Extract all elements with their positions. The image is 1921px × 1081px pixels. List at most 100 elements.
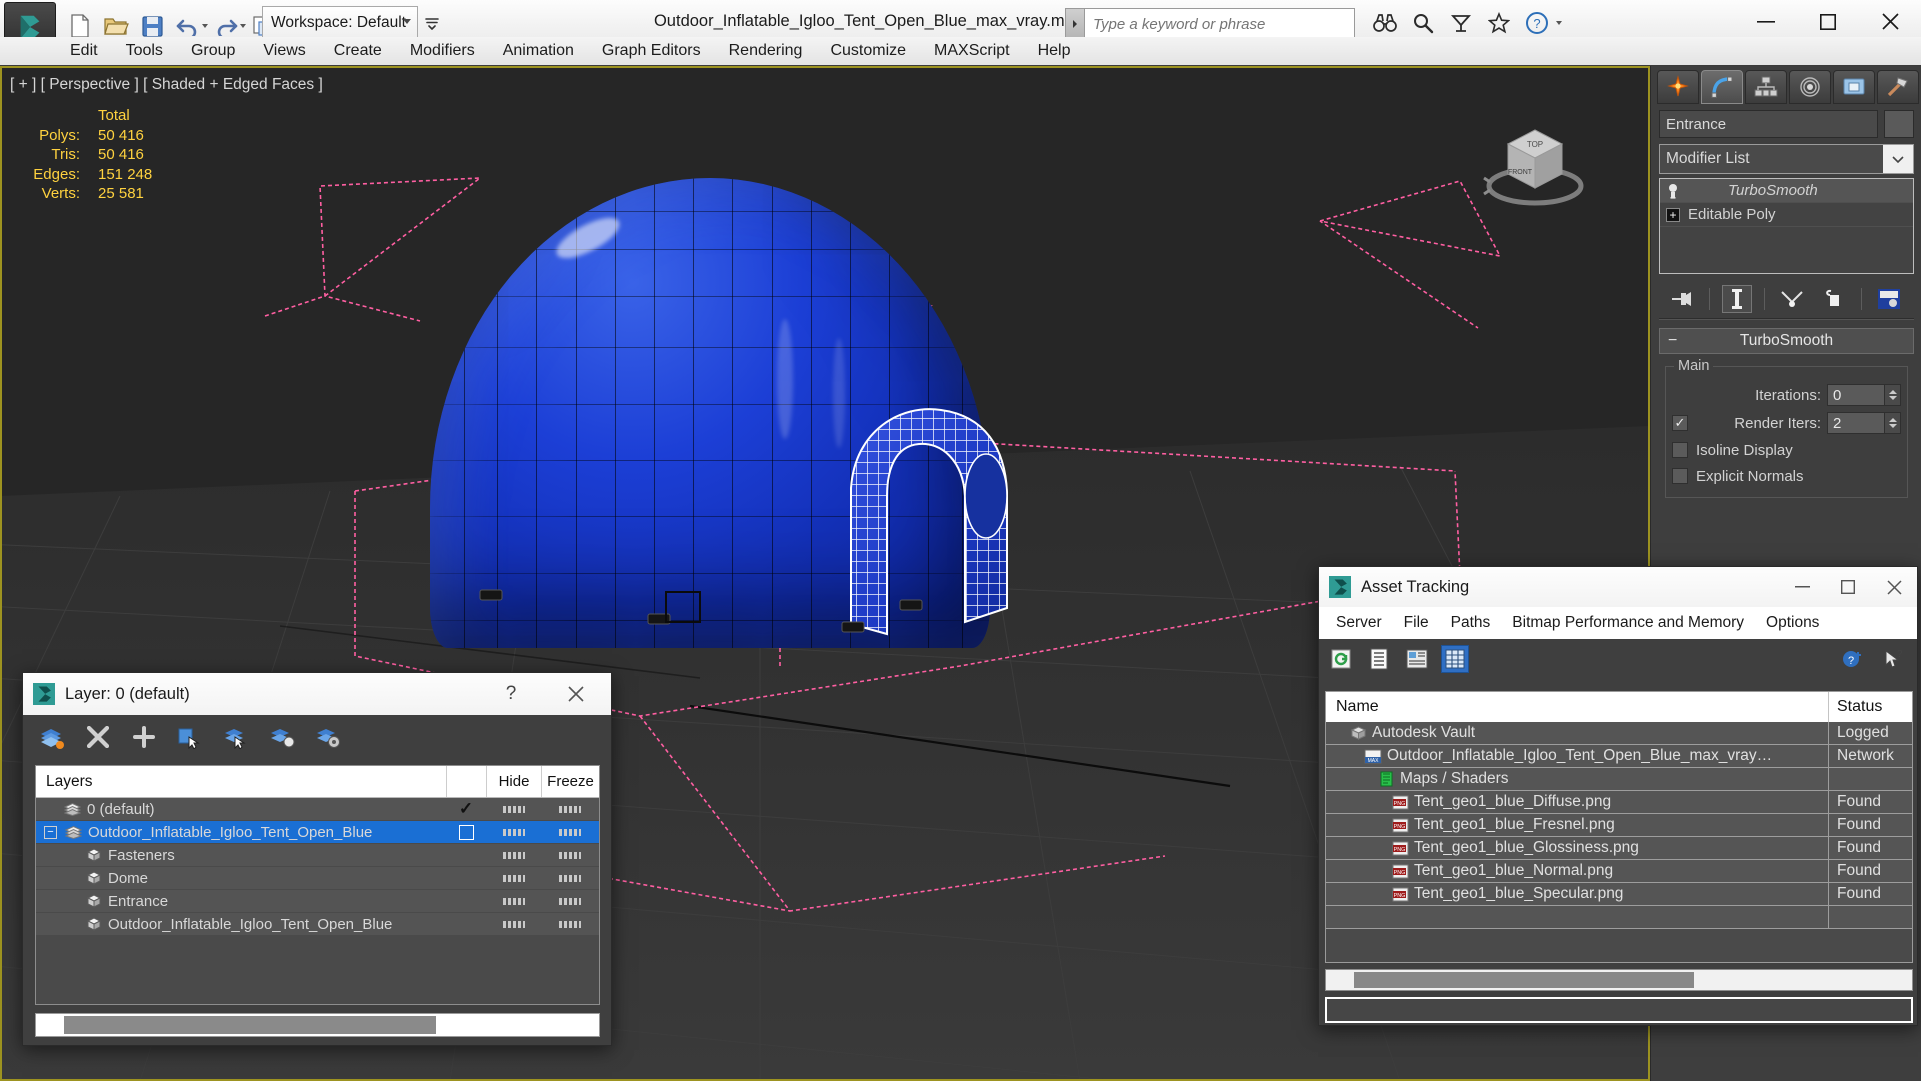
menu-rendering[interactable]: Rendering bbox=[715, 38, 817, 64]
asset-row-maps-shaders[interactable]: Maps / Shaders bbox=[1326, 768, 1912, 791]
collapse-expander-icon[interactable]: − bbox=[44, 825, 57, 839]
at-menu-paths[interactable]: Paths bbox=[1440, 611, 1502, 635]
layer-row-dome[interactable]: Dome bbox=[36, 867, 599, 890]
layer-row-igloo-tent[interactable]: − Outdoor_Inflatable_Igloo_Tent_Open_Blu… bbox=[36, 821, 599, 844]
menu-help[interactable]: Help bbox=[1024, 38, 1085, 64]
freeze-toggle[interactable] bbox=[541, 805, 599, 813]
help-query-icon[interactable]: ? bbox=[1879, 645, 1907, 673]
stack-item-editable-poly[interactable]: + Editable Poly bbox=[1660, 203, 1913, 227]
workspace-selector[interactable]: Workspace: Default bbox=[262, 6, 418, 40]
list-view-button[interactable] bbox=[1365, 645, 1393, 673]
asset-table-horizontal-scrollbar[interactable] bbox=[1325, 969, 1913, 991]
isoline-display-row[interactable]: Isoline Display bbox=[1672, 437, 1901, 463]
show-end-result-button[interactable] bbox=[1722, 285, 1752, 313]
search-binoculars-icon[interactable] bbox=[1370, 6, 1400, 40]
view-cube[interactable]: TOP FRONT bbox=[1480, 106, 1590, 216]
object-color-swatch[interactable] bbox=[1884, 110, 1914, 138]
hide-toggle[interactable] bbox=[486, 851, 541, 859]
hierarchy-tab[interactable] bbox=[1745, 70, 1787, 104]
menu-views[interactable]: Views bbox=[249, 38, 319, 64]
magnifier-icon[interactable] bbox=[1408, 6, 1438, 40]
freeze-toggle[interactable] bbox=[541, 874, 599, 882]
modifier-list-dropdown[interactable]: Modifier List bbox=[1659, 144, 1914, 174]
modifier-stack[interactable]: TurboSmooth + Editable Poly bbox=[1659, 178, 1914, 274]
stack-item-turbosmooth[interactable]: TurboSmooth bbox=[1660, 179, 1913, 203]
layer-dialog[interactable]: Layer: 0 (default) ? Layers Hide Freeze … bbox=[22, 672, 612, 1046]
chevron-down-icon[interactable] bbox=[1883, 145, 1913, 173]
menu-graph-editors[interactable]: Graph Editors bbox=[588, 38, 715, 64]
freeze-toggle[interactable] bbox=[541, 897, 599, 905]
menu-create[interactable]: Create bbox=[320, 38, 396, 64]
at-menu-options[interactable]: Options bbox=[1755, 611, 1830, 635]
explicit-normals-checkbox[interactable] bbox=[1672, 468, 1688, 484]
render-iters-checkbox[interactable]: ✓ bbox=[1672, 415, 1688, 431]
scrollbar-thumb[interactable] bbox=[64, 1016, 436, 1034]
at-menu-file[interactable]: File bbox=[1393, 611, 1440, 635]
render-iters-spinner[interactable] bbox=[1885, 412, 1901, 434]
freeze-toggle[interactable] bbox=[541, 828, 599, 836]
configure-modifier-sets-button[interactable] bbox=[1874, 285, 1904, 313]
search-expand-arrow-icon[interactable] bbox=[1065, 8, 1085, 40]
delete-layer-icon[interactable] bbox=[83, 722, 113, 752]
layer-row-entrance[interactable]: Entrance bbox=[36, 890, 599, 913]
hide-toggle[interactable] bbox=[486, 897, 541, 905]
asset-row-fresnel[interactable]: PNG Tent_geo1_blue_Fresnel.png Found bbox=[1326, 814, 1912, 837]
utilities-tab[interactable] bbox=[1877, 70, 1919, 104]
menu-customize[interactable]: Customize bbox=[816, 38, 920, 64]
at-menu-server[interactable]: Server bbox=[1325, 611, 1393, 635]
layer-list[interactable]: Layers Hide Freeze 0 (default) ✓ − Outdo… bbox=[35, 765, 600, 1005]
satellite-dish-icon[interactable] bbox=[1446, 6, 1476, 40]
layer-row-igloo-object[interactable]: Outdoor_Inflatable_Igloo_Tent_Open_Blue bbox=[36, 913, 599, 936]
at-menu-bitmap[interactable]: Bitmap Performance and Memory bbox=[1501, 611, 1755, 635]
menu-animation[interactable]: Animation bbox=[489, 38, 588, 64]
hide-toggle[interactable] bbox=[486, 874, 541, 882]
help-button[interactable]: ? bbox=[489, 673, 533, 715]
menu-edit[interactable]: Edit bbox=[56, 38, 112, 64]
empty-box-icon[interactable] bbox=[458, 824, 474, 840]
scrollbar-thumb[interactable] bbox=[1354, 972, 1694, 988]
turbosmooth-rollout-header[interactable]: − TurboSmooth bbox=[1659, 328, 1914, 354]
freeze-toggle[interactable] bbox=[541, 851, 599, 859]
layer-row-fasteners[interactable]: Fasteners bbox=[36, 844, 599, 867]
plus-icon[interactable]: + bbox=[1666, 207, 1680, 222]
iterations-value[interactable]: 0 bbox=[1827, 384, 1885, 406]
select-layer-by-object-icon[interactable] bbox=[221, 722, 251, 752]
menu-tools[interactable]: Tools bbox=[112, 38, 177, 64]
minimize-button[interactable] bbox=[1779, 567, 1825, 607]
freeze-toggle[interactable] bbox=[541, 920, 599, 928]
modify-tab[interactable] bbox=[1701, 70, 1743, 104]
close-button[interactable] bbox=[549, 673, 603, 715]
layer-settings-icon[interactable] bbox=[313, 722, 343, 752]
create-tab[interactable] bbox=[1657, 70, 1699, 104]
refresh-button[interactable] bbox=[1327, 645, 1355, 673]
detail-view-button[interactable] bbox=[1403, 645, 1431, 673]
maximize-button[interactable] bbox=[1825, 567, 1871, 607]
hide-toggle[interactable] bbox=[486, 828, 541, 836]
object-name-field[interactable]: Entrance bbox=[1659, 110, 1878, 138]
asset-row-diffuse[interactable]: PNG Tent_geo1_blue_Diffuse.png Found bbox=[1326, 791, 1912, 814]
asset-row-autodesk-vault[interactable]: Autodesk Vault Logged bbox=[1326, 722, 1912, 745]
asset-row-max-file[interactable]: MAX Outdoor_Inflatable_Igloo_Tent_Open_B… bbox=[1326, 745, 1912, 768]
help-dropdown-caret-icon[interactable] bbox=[1556, 21, 1562, 25]
motion-tab[interactable] bbox=[1789, 70, 1831, 104]
asset-row-glossiness[interactable]: PNG Tent_geo1_blue_Glossiness.png Found bbox=[1326, 837, 1912, 860]
explicit-normals-row[interactable]: Explicit Normals bbox=[1672, 463, 1901, 489]
asset-tracking-table[interactable]: Name Status Autodesk Vault Logged MAX Ou… bbox=[1325, 691, 1913, 963]
isoline-display-checkbox[interactable] bbox=[1672, 442, 1688, 458]
search-input[interactable] bbox=[1085, 8, 1355, 40]
menu-modifiers[interactable]: Modifiers bbox=[396, 38, 489, 64]
make-unique-button[interactable] bbox=[1777, 285, 1807, 313]
select-objects-in-layer-icon[interactable] bbox=[175, 722, 205, 752]
set-layer-highlight-icon[interactable] bbox=[267, 722, 297, 752]
create-new-layer-icon[interactable] bbox=[37, 722, 67, 752]
render-iters-value[interactable]: 2 bbox=[1827, 412, 1885, 434]
pin-stack-button[interactable] bbox=[1667, 285, 1697, 313]
help-add-icon[interactable]: ? bbox=[1839, 645, 1867, 673]
hide-toggle[interactable] bbox=[486, 805, 541, 813]
remove-modifier-button[interactable] bbox=[1819, 285, 1849, 313]
asset-row-specular[interactable]: PNG Tent_geo1_blue_Specular.png Found bbox=[1326, 883, 1912, 906]
display-tab[interactable] bbox=[1833, 70, 1875, 104]
menu-maxscript[interactable]: MAXScript bbox=[920, 38, 1024, 64]
collapse-icon[interactable]: − bbox=[1668, 332, 1677, 350]
add-selection-to-layer-icon[interactable] bbox=[129, 722, 159, 752]
